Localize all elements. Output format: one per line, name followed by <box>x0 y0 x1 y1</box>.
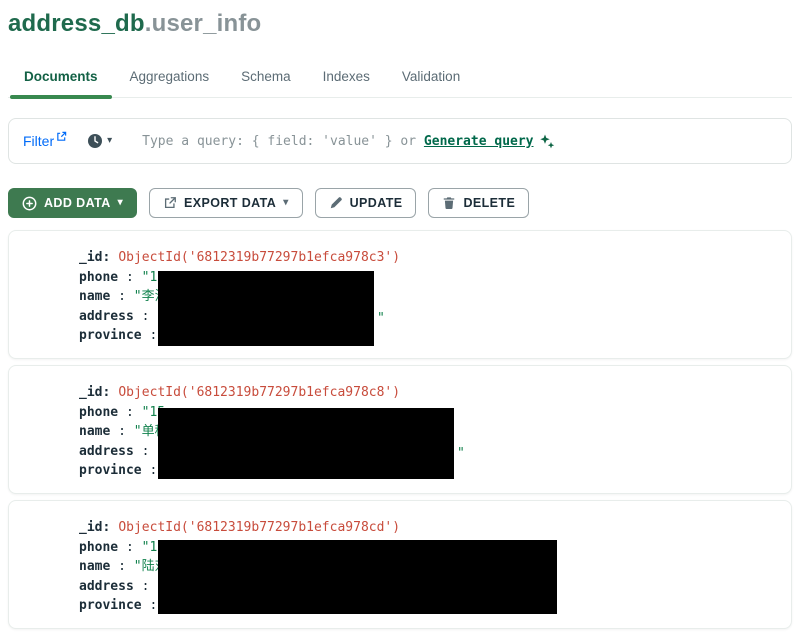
page-title: address_db.user_info <box>8 10 792 38</box>
query-history-button[interactable]: ▾ <box>87 133 112 149</box>
database-name: address_db <box>8 10 145 37</box>
tab-documents[interactable]: Documents <box>8 58 114 97</box>
filter-link-label: Filter <box>23 133 54 149</box>
objectid-value: ObjectId('6812319b77297b1efca978c8') <box>118 385 400 400</box>
filter-link[interactable]: Filter <box>23 133 67 149</box>
delete-button[interactable]: DELETE <box>428 188 529 218</box>
query-input[interactable]: Type a query: { field: 'value' } or Gene… <box>142 133 777 149</box>
tab-validation[interactable]: Validation <box>386 58 476 97</box>
pencil-icon <box>329 196 343 210</box>
tab-schema[interactable]: Schema <box>225 58 307 97</box>
collection-view: address_db.user_info Documents Aggregati… <box>0 0 800 629</box>
sparkle-icon <box>539 133 555 149</box>
tab-indexes[interactable]: Indexes <box>307 58 386 97</box>
redaction-box <box>158 408 454 479</box>
export-data-button[interactable]: EXPORT DATA ▾ <box>149 188 303 218</box>
field-id: _id:ObjectId('6812319b77297b1efca978c8') <box>79 383 791 403</box>
closing-quote: " <box>377 309 385 329</box>
redaction-box <box>158 271 374 346</box>
external-link-icon <box>56 131 67 142</box>
caret-down-icon: ▾ <box>118 198 123 208</box>
caret-down-icon: ▾ <box>283 198 288 208</box>
export-icon <box>163 196 177 210</box>
collection-name: .user_info <box>145 10 262 37</box>
query-placeholder: Type a query: { field: 'value' } or <box>142 134 424 149</box>
field-id: _id:ObjectId('6812319b77297b1efca978cd') <box>79 518 791 538</box>
update-label: UPDATE <box>350 196 403 210</box>
tab-aggregations[interactable]: Aggregations <box>114 58 226 97</box>
export-data-label: EXPORT DATA <box>184 196 276 210</box>
query-bar: Filter ▾ Type a query: { field: 'value' … <box>8 118 792 164</box>
delete-label: DELETE <box>463 196 515 210</box>
add-data-label: ADD DATA <box>44 196 111 210</box>
redaction-box <box>158 540 557 614</box>
document-card[interactable]: _id:ObjectId('6812319b77297b1efca978cd')… <box>8 500 792 629</box>
document-card[interactable]: _id:ObjectId('6812319b77297b1efca978c3')… <box>8 230 792 359</box>
closing-quote: " <box>457 444 465 464</box>
caret-down-icon: ▾ <box>107 136 112 146</box>
field-id: _id:ObjectId('6812319b77297b1efca978c3') <box>79 248 791 268</box>
add-data-button[interactable]: ADD DATA ▾ <box>8 188 137 218</box>
trash-icon <box>442 196 456 210</box>
update-button[interactable]: UPDATE <box>315 188 417 218</box>
document-list: _id:ObjectId('6812319b77297b1efca978c3')… <box>8 230 792 629</box>
objectid-value: ObjectId('6812319b77297b1efca978c3') <box>118 250 400 265</box>
clock-icon <box>87 133 103 149</box>
objectid-value: ObjectId('6812319b77297b1efca978cd') <box>118 520 400 535</box>
tab-bar: Documents Aggregations Schema Indexes Va… <box>8 58 792 98</box>
plus-circle-icon <box>22 196 37 211</box>
crud-toolbar: ADD DATA ▾ EXPORT DATA ▾ UPDATE <box>8 188 792 218</box>
document-card[interactable]: _id:ObjectId('6812319b77297b1efca978c8')… <box>8 365 792 494</box>
generate-query-link[interactable]: Generate query <box>424 134 534 149</box>
